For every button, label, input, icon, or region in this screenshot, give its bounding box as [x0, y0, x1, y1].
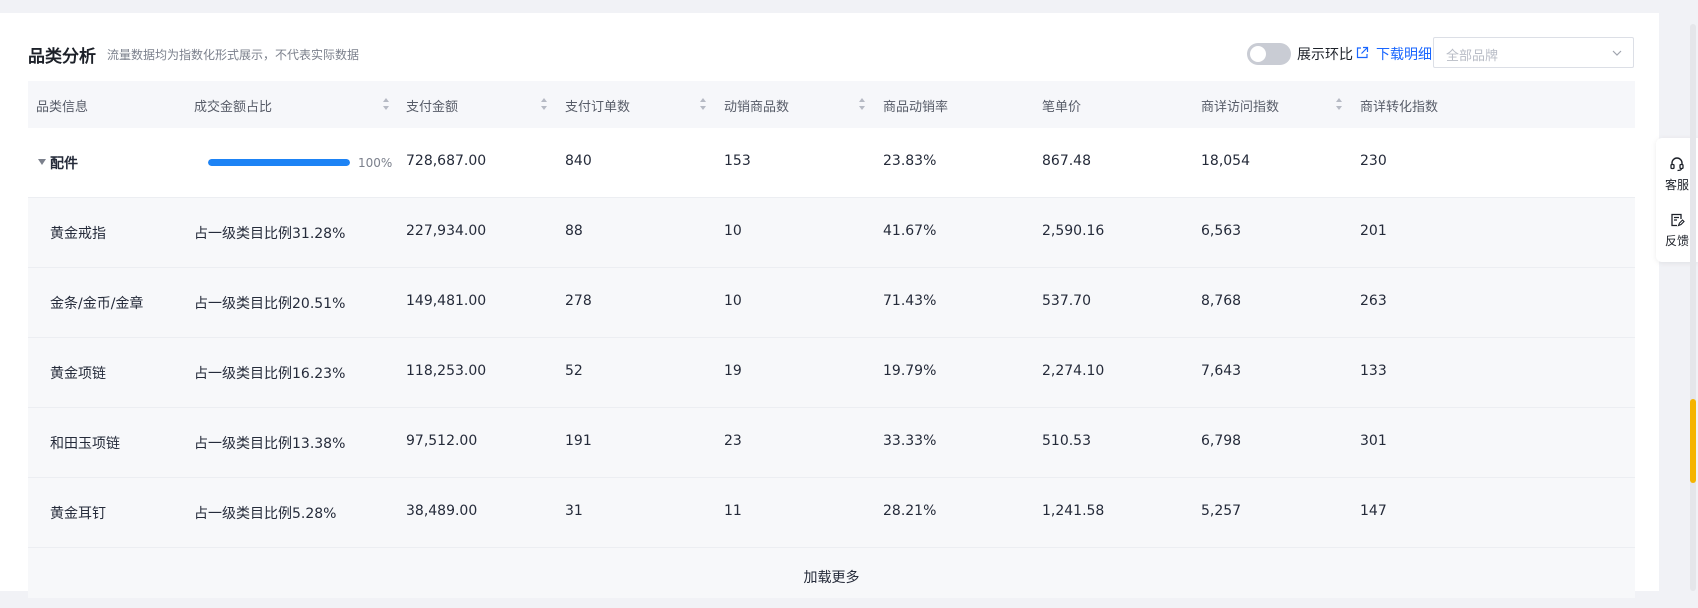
category-table: 品类信息 成交金额占比 支付金额 支付订单数 动销商品数 商品动销率 笔单价 商…: [28, 81, 1635, 598]
sold-items: 19: [724, 363, 742, 379]
conversion-index: 230: [1360, 153, 1387, 169]
orders: 278: [565, 293, 592, 309]
sort-arrows-icon[interactable]: [858, 97, 866, 111]
column-header-pay-amount[interactable]: 支付金额: [406, 96, 458, 115]
column-header-orders[interactable]: 支付订单数: [565, 96, 630, 115]
table-row: 黄金戒指 占一级类目比例31.28% 227,934.00 88 10 41.6…: [28, 198, 1635, 268]
category-name: 配件: [50, 156, 78, 172]
table-row: 黄金耳钉 占一级类目比例5.28% 38,489.00 31 11 28.21%…: [28, 478, 1635, 548]
sell-through: 23.83%: [883, 153, 937, 169]
avg-order: 1,241.58: [1042, 503, 1105, 519]
brand-select[interactable]: 全部品牌: [1433, 37, 1634, 68]
avg-order: 867.48: [1042, 153, 1091, 169]
orders: 31: [565, 503, 583, 519]
avg-order: 2,590.16: [1042, 223, 1105, 239]
avg-order: 2,274.10: [1042, 363, 1105, 379]
sold-items: 153: [724, 153, 751, 169]
visit-index: 18,054: [1201, 153, 1250, 169]
column-header-visit-index[interactable]: 商详访问指数: [1201, 96, 1279, 115]
avg-order: 510.53: [1042, 433, 1091, 449]
conversion-index: 301: [1360, 433, 1387, 449]
sell-through: 19.79%: [883, 363, 937, 379]
conversion-index: 133: [1360, 363, 1387, 379]
download-detail-link[interactable]: 下载明细: [1376, 44, 1432, 64]
visit-index: 5,257: [1201, 503, 1242, 519]
column-header-category: 品类信息: [36, 100, 89, 115]
caret-down-icon[interactable]: [38, 159, 46, 165]
pay-amount: 38,489.00: [406, 503, 478, 519]
sort-arrows-icon[interactable]: [382, 97, 390, 111]
table-row: 黄金项链 占一级类目比例16.23% 118,253.00 52 19 19.7…: [28, 338, 1635, 408]
table-row: 和田玉项链 占一级类目比例13.38% 97,512.00 191 23 33.…: [28, 408, 1635, 478]
pay-amount: 149,481.00: [406, 293, 487, 309]
toggle-knob: [1250, 46, 1266, 62]
avg-order: 537.70: [1042, 293, 1091, 309]
sell-through: 71.43%: [883, 293, 937, 309]
pay-amount: 728,687.00: [406, 153, 487, 169]
table-header: 品类信息 成交金额占比 支付金额 支付订单数 动销商品数 商品动销率 笔单价 商…: [28, 81, 1635, 128]
conversion-index: 201: [1360, 223, 1387, 239]
sort-arrows-icon[interactable]: [540, 97, 548, 111]
orders: 191: [565, 433, 592, 449]
orders: 88: [565, 223, 583, 239]
sold-items: 11: [724, 503, 742, 519]
conversion-index: 147: [1360, 503, 1387, 519]
table-row-parent[interactable]: 配件 100% 728,687.00 840 153 23.83% 867.48…: [28, 128, 1635, 198]
column-header-sold-items[interactable]: 动销商品数: [724, 96, 789, 115]
chevron-down-icon: [1612, 50, 1622, 56]
sell-through: 33.33%: [883, 433, 937, 449]
sort-arrows-icon[interactable]: [1335, 97, 1343, 111]
sort-arrows-icon[interactable]: [699, 97, 707, 111]
headset-icon: [1670, 157, 1684, 172]
category-share: 占一级类目比例5.28%: [194, 506, 337, 522]
visit-index: 7,643: [1201, 363, 1242, 379]
page-scrollbar[interactable]: [1690, 24, 1696, 591]
compare-toggle[interactable]: [1247, 43, 1291, 65]
external-link-icon[interactable]: [1355, 46, 1369, 60]
category-share: 占一级类目比例13.38%: [194, 436, 346, 452]
page-title: 品类分析: [28, 47, 96, 67]
conversion-index: 263: [1360, 293, 1387, 309]
compare-toggle-label[interactable]: 展示环比: [1297, 44, 1353, 64]
scrollbar-thumb[interactable]: [1690, 399, 1696, 483]
orders: 52: [565, 363, 583, 379]
visit-index: 6,563: [1201, 223, 1242, 239]
page-subtitle: 流量数据均为指数化形式展示，不代表实际数据: [107, 48, 360, 62]
category-name: 黄金项链: [50, 366, 106, 382]
share-percent-label: 100%: [358, 156, 393, 170]
table-row: 金条/金币/金章 占一级类目比例20.51% 149,481.00 278 10…: [28, 268, 1635, 338]
category-name: 和田玉项链: [50, 436, 120, 452]
pay-amount: 118,253.00: [406, 363, 487, 379]
category-name: 黄金戒指: [50, 226, 106, 242]
category-share: 占一级类目比例31.28%: [194, 226, 346, 242]
category-name: 金条/金币/金章: [50, 296, 144, 312]
sold-items: 10: [724, 293, 742, 309]
visit-index: 6,798: [1201, 433, 1242, 449]
share-progress-fill: [208, 159, 350, 166]
feedback-form-icon: [1671, 213, 1685, 227]
category-name: 黄金耳钉: [50, 506, 106, 522]
sold-items: 10: [724, 223, 742, 239]
orders: 840: [565, 153, 592, 169]
sell-through: 41.67%: [883, 223, 937, 239]
category-share: 占一级类目比例16.23%: [194, 366, 346, 382]
column-header-avg-order: 笔单价: [1042, 100, 1082, 115]
sell-through: 28.21%: [883, 503, 937, 519]
pay-amount: 97,512.00: [406, 433, 478, 449]
brand-select-placeholder: 全部品牌: [1446, 49, 1499, 64]
column-header-conversion-index: 商详转化指数: [1360, 100, 1439, 115]
column-header-share[interactable]: 成交金额占比: [194, 96, 272, 115]
category-share: 占一级类目比例20.51%: [194, 296, 346, 312]
sold-items: 23: [724, 433, 742, 449]
pay-amount: 227,934.00: [406, 223, 487, 239]
share-progress-bar: [208, 159, 350, 166]
column-header-sell-through: 商品动销率: [883, 100, 949, 115]
visit-index: 8,768: [1201, 293, 1242, 309]
